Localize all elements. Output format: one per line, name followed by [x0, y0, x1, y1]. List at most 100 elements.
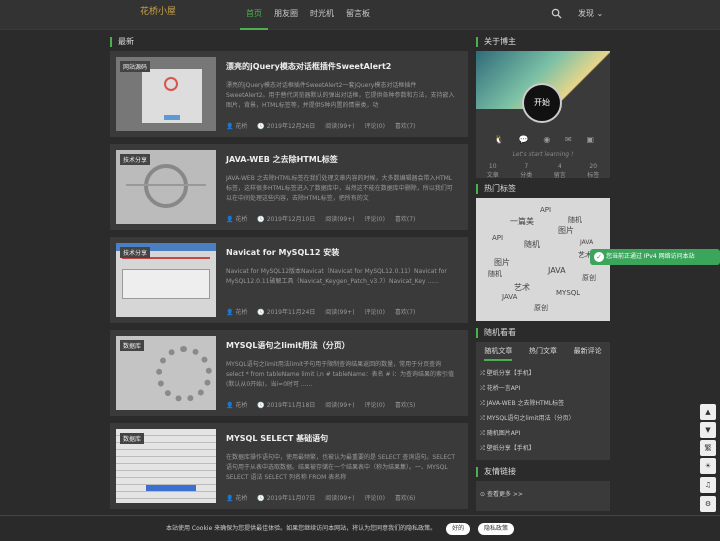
tag-link[interactable]: API [540, 206, 551, 214]
post-title[interactable]: MYSQL SELECT 基础语句 [226, 433, 328, 444]
github-icon[interactable]: ◉ [543, 135, 550, 144]
post-thumbnail[interactable]: 技术分享 [116, 150, 216, 224]
tag-link[interactable]: 图片 [494, 257, 510, 268]
post-comments[interactable]: 评论(0) [364, 123, 385, 130]
site-logo[interactable]: 花桥小屋 [140, 4, 176, 17]
post-comments[interactable]: 评论(0) [364, 402, 385, 409]
post-title[interactable]: JAVA-WEB 之去除HTML标签 [226, 154, 338, 165]
post-reads: 阅读(99+) [325, 216, 355, 223]
list-item[interactable]: ⤮ MYSQL语句之limit用法（分页） [480, 411, 610, 426]
post-comments[interactable]: 评论(0) [364, 216, 385, 223]
mail-icon[interactable]: ✉ [565, 135, 572, 144]
post-comments[interactable]: 评论(0) [364, 495, 385, 502]
list-item[interactable]: ⤮ 花桥一言API [480, 381, 610, 396]
nav-home[interactable]: 首页 [240, 0, 268, 30]
random-section-title: 随机看看 [476, 328, 516, 338]
post-card[interactable]: 数据库 MYSQL SELECT 基础语句 在数据库操作语句中，使用最频繁，也被… [110, 423, 468, 509]
post-thumbnail[interactable]: 数据库 [116, 429, 216, 503]
privacy-policy-button[interactable]: 隐私政策 [478, 523, 515, 535]
qq-icon[interactable]: 🐧 [494, 135, 504, 144]
list-item[interactable]: ⤮ 壁纸分享【手机】 [480, 366, 610, 381]
post-likes[interactable]: 喜欢(6) [395, 495, 416, 502]
settings-button[interactable]: ⚙ [700, 496, 716, 512]
profile-stats: 10 文章 7 分类 4 留言 20 标签 [476, 163, 610, 179]
post-category-tag[interactable]: 技术分享 [120, 154, 151, 165]
post-comments[interactable]: 评论(0) [364, 309, 385, 316]
post-likes[interactable]: 喜欢(7) [395, 309, 416, 316]
traditional-chinese-button[interactable]: 繁 [700, 440, 716, 456]
post-category-tag[interactable]: 数据库 [120, 433, 145, 444]
post-date: 🕓 2019年11月07日 [257, 495, 316, 502]
wechat-icon[interactable]: 💬 [519, 135, 529, 144]
post-thumbnail[interactable]: 数据库 [116, 336, 216, 410]
cookie-banner: 本站使用 Cookie 来确保为您提供最佳体验。如果您继续访问本网站，将认为您同… [0, 515, 720, 540]
post-author: 👤 花桥 [226, 123, 248, 130]
post-author: 👤 花桥 [226, 495, 248, 502]
tag-link[interactable]: 艺术 [514, 282, 530, 293]
post-category-tag[interactable]: 技术分享 [120, 247, 151, 258]
tag-link[interactable]: 一篇美 [510, 216, 534, 227]
profile-motto: Let's start learning ! [512, 151, 574, 158]
social-icons: 🐧 💬 ◉ ✉ ▣ [494, 135, 594, 144]
list-item[interactable]: ⤮ 随机图片API [480, 426, 610, 441]
theme-toggle-button[interactable]: ☀ [700, 458, 716, 474]
tag-link[interactable]: 随机 [488, 269, 502, 279]
stat-posts[interactable]: 10 文章 [487, 163, 499, 179]
tab-hot-posts[interactable]: 热门文章 [529, 346, 557, 361]
nav-timeline[interactable]: 时光机 [304, 0, 340, 30]
stat-categories[interactable]: 7 分类 [520, 163, 532, 179]
tag-link[interactable]: 图片 [558, 225, 574, 236]
nav-guestbook[interactable]: 留言板 [340, 0, 376, 30]
post-author: 👤 花桥 [226, 216, 248, 223]
post-card[interactable]: 数据库 MYSQL语句之limit用法（分页） MYSQL语句之limit用法l… [110, 330, 468, 416]
post-category-tag[interactable]: 网站源码 [120, 61, 151, 72]
tag-link[interactable]: JAVA [580, 239, 593, 246]
tag-link[interactable]: 随机 [568, 215, 582, 225]
tag-link[interactable]: 原创 [582, 273, 596, 283]
music-button[interactable]: ♫ [700, 477, 716, 493]
rss-icon[interactable]: ▣ [586, 135, 594, 144]
discover-menu[interactable]: 发现 ⌄ [578, 0, 603, 30]
post-likes[interactable]: 喜欢(5) [395, 402, 416, 409]
avatar[interactable]: 开始 [522, 83, 562, 123]
links-more[interactable]: ⊙ 查看更多 >> [480, 489, 523, 498]
stat-tags[interactable]: 20 标签 [587, 163, 599, 179]
post-card[interactable]: 技术分享 JAVA-WEB 之去除HTML标签 JAVA-WEB 之去除HTML… [110, 144, 468, 230]
post-reads: 阅读(99+) [325, 123, 355, 130]
main-nav: 首页 朋友圈 时光机 留言板 [240, 0, 376, 30]
post-title[interactable]: Navicat for MySQL12 安装 [226, 247, 339, 258]
tab-random-posts[interactable]: 随机文章 [484, 346, 513, 361]
tag-link[interactable]: 随机 [524, 239, 540, 250]
search-icon[interactable] [551, 8, 562, 19]
post-card[interactable]: 网站源码 漂亮的jQuery模态对话框插件SweetAlert2 漂亮的jQue… [110, 51, 468, 137]
post-card[interactable]: 技术分享 Navicat for MySQL12 安装 Navicat for … [110, 237, 468, 323]
post-thumbnail[interactable]: 技术分享 [116, 243, 216, 317]
tag-link[interactable]: JAVA [548, 266, 566, 275]
post-likes[interactable]: 喜欢(7) [395, 216, 416, 223]
post-title[interactable]: 漂亮的jQuery模态对话框插件SweetAlert2 [226, 61, 391, 72]
tag-link[interactable]: 原创 [534, 303, 548, 313]
scroll-bottom-button[interactable]: ▼ [700, 422, 716, 438]
post-meta: 👤 花桥 🕓 2019年11月24日 阅读(99+) 评论(0) 喜欢(7) [226, 307, 423, 316]
post-likes[interactable]: 喜欢(7) [395, 123, 416, 130]
random-post-list: ⤮ 壁纸分享【手机】 ⤮ 花桥一言API ⤮ JAVA-WEB 之去除HTML标… [480, 366, 610, 456]
post-title[interactable]: MYSQL语句之limit用法（分页） [226, 340, 350, 351]
cookie-accept-button[interactable]: 好的 [446, 523, 471, 535]
tab-latest-comments[interactable]: 最新评论 [574, 346, 602, 361]
list-item[interactable]: ⤮ 壁纸分享【手机】 [480, 441, 610, 456]
stat-messages[interactable]: 4 留言 [554, 163, 566, 179]
post-reads: 阅读(99+) [325, 495, 355, 502]
tag-link[interactable]: MYSQL [556, 289, 580, 297]
post-author: 👤 花桥 [226, 402, 248, 409]
nav-friends[interactable]: 朋友圈 [268, 0, 304, 30]
tag-link[interactable]: JAVA [502, 293, 517, 301]
check-icon: ✓ [594, 252, 604, 262]
list-item[interactable]: ⤮ JAVA-WEB 之去除HTML标签 [480, 396, 610, 411]
post-category-tag[interactable]: 数据库 [120, 340, 145, 351]
post-meta: 👤 花桥 🕓 2019年11月07日 阅读(99+) 评论(0) 喜欢(6) [226, 493, 423, 502]
scroll-top-button[interactable]: ▲ [700, 404, 716, 420]
post-thumbnail[interactable]: 网站源码 [116, 57, 216, 131]
tag-link[interactable]: API [492, 234, 503, 242]
random-tabs: 随机文章 热门文章 最新评论 [476, 346, 610, 361]
post-reads: 阅读(99+) [325, 402, 355, 409]
